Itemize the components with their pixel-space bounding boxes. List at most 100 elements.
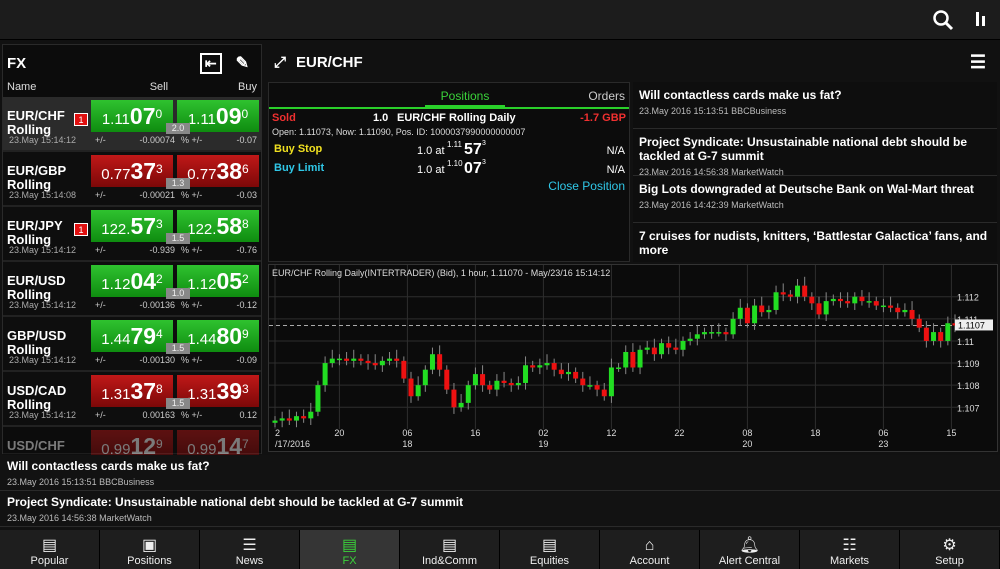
exit-icon[interactable]: ⇤ <box>199 52 222 74</box>
instrument-row[interactable]: USD/CAD Rolling 23.May 15:14:12 1.31 37 8 … <box>3 372 261 427</box>
order-qty: 1.0 at <box>417 164 445 176</box>
order-price-pips: 57 <box>464 141 482 158</box>
sell-button[interactable]: 1.12 04 2 <box>91 265 173 297</box>
news-item[interactable]: Big Lots downgraded at Deutsche Bank on … <box>633 176 997 223</box>
price-fraction: 7 <box>242 437 249 451</box>
tab-positions[interactable]: Positions <box>425 89 505 108</box>
tab-orders[interactable]: Orders <box>588 89 625 103</box>
order-price-fraction: 3 <box>482 159 486 166</box>
order-type: Buy Limit <box>274 162 325 174</box>
nav-equities[interactable]: ▤ Equities <box>500 530 600 569</box>
candle <box>630 352 636 368</box>
price-prefix: 1.12 <box>101 276 131 293</box>
price-prefix: 1.11 <box>101 111 130 128</box>
col-sell: Sell <box>149 81 169 93</box>
candle <box>322 363 328 386</box>
nav-label: Popular <box>30 555 69 567</box>
edit-icon[interactable]: ✎ <box>236 53 249 73</box>
menu-icon[interactable]: ☰ <box>970 52 986 73</box>
position-badge: 1 <box>74 223 88 236</box>
nav-markets[interactable]: ☷ Markets <box>800 530 900 569</box>
price-fraction: 3 <box>242 382 249 396</box>
news-panel: Will contactless cards make us fat? 23.Ma… <box>633 82 997 262</box>
candle <box>344 358 350 361</box>
news-item[interactable]: Will contactless cards make us fat? 23.Ma… <box>633 82 997 129</box>
price-pips: 07 <box>129 103 156 129</box>
candle <box>845 301 851 304</box>
position-name: EUR/CHF Rolling Daily <box>397 112 516 124</box>
news-title: Project Syndicate: Unsustainable nationa… <box>7 495 464 509</box>
candle <box>694 334 700 339</box>
price-prefix: 122. <box>187 221 217 238</box>
candle <box>673 347 679 350</box>
candle <box>837 298 843 302</box>
candle <box>644 347 650 350</box>
nav-news[interactable]: ☰ News <box>200 530 300 569</box>
candle <box>859 296 865 302</box>
nav-positions[interactable]: ▣ Positions <box>100 530 200 569</box>
news-item[interactable]: Will contactless cards make us fat? 23.Ma… <box>0 455 1000 491</box>
nav-popular[interactable]: ▤ Popular <box>0 530 100 569</box>
order-price-pips: 07 <box>464 160 482 177</box>
candle <box>830 298 836 302</box>
spread-badge: 1.5 <box>166 398 190 409</box>
candle <box>659 343 665 355</box>
bottom-news: Will contactless cards make us fat? 23.Ma… <box>0 455 1000 528</box>
candle <box>931 332 937 341</box>
sell-button[interactable]: 0.77 37 3 <box>91 155 173 187</box>
bars-icon[interactable] <box>974 10 988 28</box>
nav-setup[interactable]: ⚙ Setup <box>900 530 1000 569</box>
close-position-button[interactable]: Close Position <box>548 179 625 193</box>
candle <box>773 292 779 310</box>
price-fraction: 9 <box>156 437 163 451</box>
instrument-row[interactable]: EUR/GBP Rolling 23.May 15:14:08 0.77 37 3 … <box>3 152 261 207</box>
search-icon[interactable] <box>932 9 954 31</box>
nav-fx[interactable]: ▤ FX <box>300 530 400 569</box>
instrument-row[interactable]: EUR/JPY Rolling 1 23.May 15:14:12 122. 57… <box>3 207 261 262</box>
candle <box>308 411 314 419</box>
x-tick-label: 12 <box>606 428 616 438</box>
news-icon: ☰ <box>242 537 257 554</box>
news-meta: 23.May 2016 14:56:38 MarketWatch <box>7 513 152 523</box>
col-buy: Buy <box>238 81 257 93</box>
nav-alert-central[interactable]: 🔔︎ Alert Central <box>700 530 800 569</box>
sell-button[interactable]: 122. 57 3 <box>91 210 173 242</box>
candle <box>795 285 801 297</box>
news-item[interactable]: Project Syndicate: Unsustainable nationa… <box>0 491 1000 527</box>
sell-button[interactable]: 1.31 37 8 <box>91 375 173 407</box>
news-title: Will contactless cards make us fat? <box>639 88 842 102</box>
candlestick-chart[interactable]: 1.1071.1081.1091.111.1111.1122/17/201620… <box>269 265 997 451</box>
instrument-row[interactable]: EUR/USD Rolling 23.May 15:14:12 1.12 04 2 … <box>3 262 261 317</box>
pct-label: % +/- <box>181 190 203 200</box>
nav-ind-comm[interactable]: ▤ Ind&Comm <box>400 530 500 569</box>
sell-button[interactable]: 1.11 07 0 <box>91 100 173 132</box>
instrument-row[interactable]: EUR/CHF Rolling 1 23.May 15:14:12 1.11 07… <box>3 97 261 152</box>
candle <box>759 305 765 313</box>
sell-button[interactable]: 1.44 79 4 <box>91 320 173 352</box>
chart-title: EUR/CHF Rolling Daily(INTERTRADER) (Bid)… <box>272 268 611 278</box>
quote-time: 23.May 15:14:12 <box>9 300 77 310</box>
candle <box>286 418 292 421</box>
price-pips: 37 <box>130 158 157 184</box>
price-chart[interactable]: EUR/CHF Rolling Daily(INTERTRADER) (Bid)… <box>268 264 998 452</box>
candle <box>465 385 471 403</box>
instrument-row[interactable]: GBP/USD Rolling 23.May 15:14:12 1.44 79 4 … <box>3 317 261 372</box>
news-item[interactable]: Project Syndicate: Unsustainable nationa… <box>633 129 997 176</box>
candle <box>580 378 586 386</box>
candle <box>358 358 364 361</box>
candle <box>687 338 693 341</box>
candle <box>494 380 500 390</box>
candle <box>880 305 886 308</box>
news-item[interactable]: 7 cruises for nudists, knitters, ‘Battle… <box>633 223 997 262</box>
position-badge: 1 <box>74 113 88 126</box>
setup-icon: ⚙ <box>942 537 957 554</box>
change-value: -0.00136 <box>139 300 175 310</box>
candle <box>888 305 894 308</box>
expand-icon[interactable]: ⤢ <box>274 54 286 71</box>
nav-account[interactable]: ⌂ Account <box>600 530 700 569</box>
top-bar <box>0 0 1000 40</box>
instrument-name: USD/CAD Rolling <box>7 384 67 412</box>
quote-time: 23.May 15:14:08 <box>9 190 77 200</box>
spread-badge: 1.0 <box>166 288 190 299</box>
price-pips: 58 <box>216 213 243 239</box>
